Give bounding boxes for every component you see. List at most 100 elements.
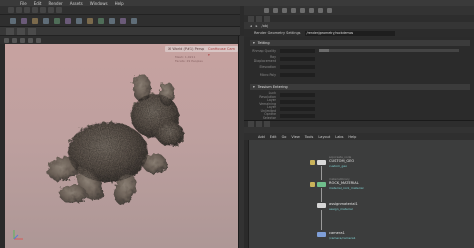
camera-icon[interactable] <box>300 8 305 13</box>
path-tool-icon[interactable] <box>87 17 93 24</box>
display-flag-icon[interactable] <box>310 160 315 165</box>
node-header: Render Geometry Settings /render/geometr… <box>244 29 474 37</box>
select-tool-icon[interactable] <box>4 37 9 43</box>
shelf-tab[interactable] <box>40 7 46 13</box>
chevron-down-icon: ▾ <box>253 41 255 45</box>
parameter-section[interactable]: ▾ Tetting <box>250 40 470 46</box>
network-menubar: Add Edit Go View Tools Layout Labs Help <box>244 133 474 140</box>
network-menu-item[interactable]: Edit <box>270 135 277 139</box>
parameter-slider[interactable] <box>319 49 459 52</box>
parameter-row: Ray Diaplacement <box>252 54 472 63</box>
spray-tool-icon[interactable] <box>98 17 104 24</box>
sphere-tool-icon[interactable] <box>21 17 27 24</box>
font-tool-icon[interactable] <box>109 17 115 24</box>
snap-icon[interactable] <box>282 8 287 13</box>
move-tool-icon[interactable] <box>12 37 17 43</box>
back-arrow-icon[interactable]: ◂ <box>250 24 252 28</box>
menu-item[interactable]: Render <box>48 1 62 6</box>
shelf-tab[interactable] <box>48 7 54 13</box>
parameter-label: Elesvation <box>259 64 276 69</box>
network-menu-item[interactable]: View <box>291 135 299 139</box>
l-system-tool-icon[interactable] <box>131 17 137 24</box>
display-flag-icon[interactable] <box>310 182 315 187</box>
viewport-tab-bar <box>0 27 240 36</box>
torus-tool-icon[interactable] <box>43 17 49 24</box>
node-name-label[interactable]: camera1 <box>329 231 345 235</box>
parameter-value[interactable] <box>280 92 315 97</box>
shelf-tab[interactable] <box>56 7 62 13</box>
menu-item[interactable]: Help <box>115 1 124 6</box>
parameter-value[interactable] <box>280 72 315 77</box>
shelf-tab[interactable] <box>32 7 38 13</box>
menu-item[interactable]: Edit <box>34 1 42 6</box>
tab-scene-view[interactable] <box>6 27 14 35</box>
rotate-tool-icon[interactable] <box>20 37 25 43</box>
handle-tool-icon[interactable] <box>36 37 41 43</box>
node-name-label[interactable]: assignmaterial1 <box>329 202 358 206</box>
tube-tool-icon[interactable] <box>32 17 38 24</box>
menu-item[interactable]: Assets <box>70 1 83 6</box>
parameter-path-bar: ◂ ▸ /obj <box>244 22 474 29</box>
forward-arrow-icon[interactable]: ▸ <box>256 24 258 28</box>
axis-gnomon-icon <box>13 230 23 240</box>
parameter-row: Micro Poly <box>252 72 472 77</box>
parameter-value[interactable] <box>280 56 315 61</box>
network-node[interactable] <box>317 160 326 165</box>
network-menu-item[interactable]: Add <box>258 135 265 139</box>
network-menu-item[interactable]: Tools <box>305 135 314 139</box>
tab-performance[interactable] <box>264 15 270 22</box>
3d-viewport[interactable]: Ⅺ World (P#1) Persp ▾ ConHouse Cam ▾ Mes… <box>0 44 238 248</box>
parameter-row: Rhmap Quality <box>252 48 472 53</box>
parameter-value[interactable] <box>280 99 315 104</box>
network-node[interactable] <box>317 182 326 187</box>
parameter-section[interactable]: ▾ Tessium Entering <box>250 84 470 90</box>
render-icon[interactable] <box>309 8 314 13</box>
network-menu-item[interactable]: Layout <box>318 135 330 139</box>
node-wire <box>321 166 322 180</box>
scale-tool-icon[interactable] <box>28 37 33 43</box>
menu-item[interactable]: Windows <box>90 1 108 6</box>
curve-tool-icon[interactable] <box>65 17 71 24</box>
network-menu-item[interactable]: Help <box>348 135 356 139</box>
node-path-field[interactable]: /render/geometry/rockdemos <box>304 30 395 36</box>
tab-composite-view[interactable] <box>28 27 36 35</box>
platonic-tool-icon[interactable] <box>120 17 126 24</box>
desktop-icon[interactable] <box>264 8 269 13</box>
shelf-tool-row <box>0 15 240 27</box>
shelf-tab[interactable] <box>16 7 22 13</box>
network-editor[interactable] <box>248 140 474 248</box>
parameter-label: Opnthe Selector <box>262 111 276 120</box>
network-menu-item[interactable]: Labs <box>335 135 343 139</box>
section-label: Tessium Entering <box>257 85 288 89</box>
path-label[interactable]: /obj <box>262 24 269 28</box>
parameter-value[interactable] <box>280 48 315 53</box>
settings-icon[interactable] <box>327 8 332 13</box>
parameter-value[interactable] <box>280 64 315 69</box>
shelf-tab[interactable] <box>8 7 14 13</box>
parameter-value[interactable] <box>280 106 315 111</box>
parameter-row: Layer Vemaining <box>252 98 472 106</box>
tab-parameters[interactable] <box>248 15 254 22</box>
network-menu-item[interactable]: Go <box>282 135 287 139</box>
network-node[interactable] <box>317 232 326 237</box>
tab-scene-graph[interactable] <box>256 15 262 22</box>
shelf-tab[interactable] <box>24 7 30 13</box>
parameter-value[interactable] <box>280 113 315 118</box>
parameter-row: Layer Unlimited <box>252 105 472 113</box>
light-icon[interactable] <box>291 8 296 13</box>
draw-curve-tool-icon[interactable] <box>76 17 82 24</box>
layout-icon[interactable] <box>273 8 278 13</box>
cache-icon[interactable] <box>318 8 323 13</box>
tab-render-view[interactable] <box>17 27 25 35</box>
node-wire <box>321 210 322 230</box>
node-wire <box>321 188 322 202</box>
parameter-label: Ray Diaplacement <box>253 54 276 63</box>
node-name-label[interactable]: ROCK_MATERIAL <box>329 181 359 185</box>
menu-item[interactable]: File <box>20 1 27 6</box>
network-node[interactable] <box>317 203 326 208</box>
node-path-label: custom_geo <box>329 164 348 168</box>
node-name-label[interactable]: CUSTOM_GEO <box>329 159 354 163</box>
grid-tool-icon[interactable] <box>54 17 60 24</box>
box-tool-icon[interactable] <box>10 17 16 24</box>
node-type-label: Render Geometry Settings <box>254 31 301 35</box>
